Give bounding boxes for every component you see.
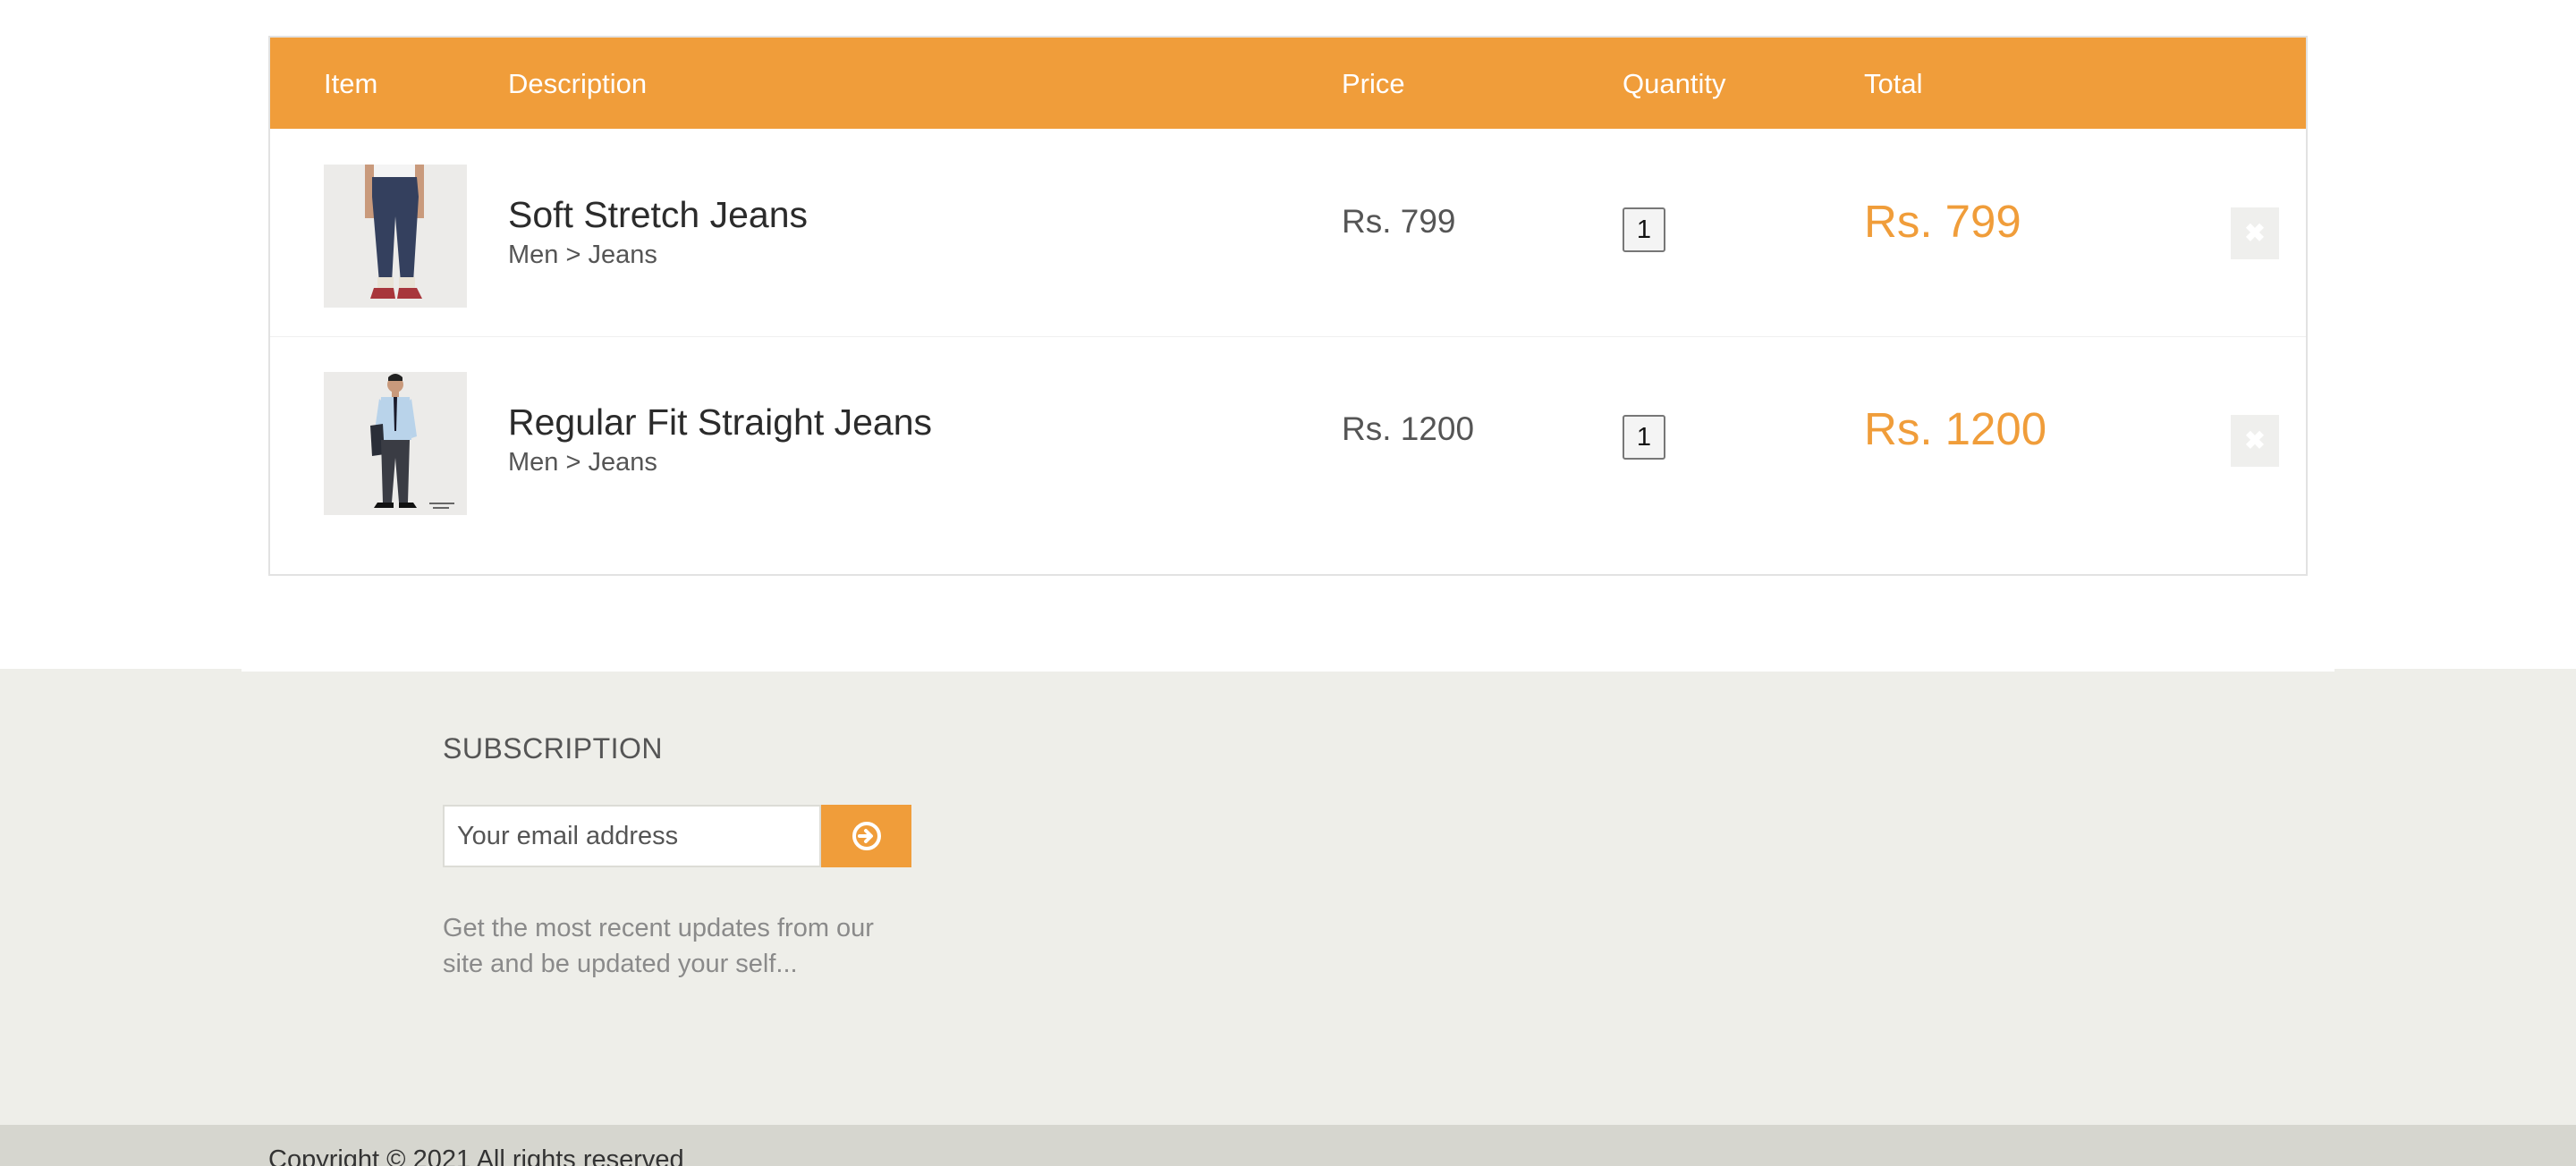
subscription-section: SUBSCRIPTION Get the most recent updates… <box>0 669 2576 1125</box>
quantity-input[interactable] <box>1623 415 1665 460</box>
product-image[interactable] <box>324 165 467 308</box>
subscription-title: SUBSCRIPTION <box>443 732 664 765</box>
product-category: Men > Jeans <box>508 448 657 477</box>
close-icon: ✖ <box>2244 427 2266 454</box>
remove-item-button[interactable]: ✖ <box>2231 207 2279 259</box>
header-quantity: Quantity <box>1623 68 1726 99</box>
unit-price: Rs. 1200 <box>1342 410 1475 447</box>
footer: Copyright © 2021 All rights reserved <box>0 1125 2576 1166</box>
cart-row: Soft Stretch Jeans Men > Jeans Rs. 799 R… <box>270 129 2306 337</box>
close-icon: ✖ <box>2244 219 2266 247</box>
product-name[interactable]: Regular Fit Straight Jeans <box>508 401 932 444</box>
section-divider <box>242 669 2334 672</box>
subscription-description: Get the most recent updates from our sit… <box>443 914 874 978</box>
product-name[interactable]: Soft Stretch Jeans <box>508 193 808 236</box>
product-image[interactable] <box>324 372 467 515</box>
cart-table: Item Description Price Quantity Total So… <box>268 36 2308 576</box>
product-category: Men > Jeans <box>508 241 657 269</box>
line-total: Rs. 1200 <box>1864 403 2047 454</box>
quantity-input[interactable] <box>1623 207 1665 252</box>
header-description: Description <box>508 68 648 99</box>
subscribe-button[interactable] <box>821 805 911 867</box>
arrow-circle-right-icon <box>852 822 881 850</box>
header-price: Price <box>1342 68 1405 99</box>
copyright-text: Copyright © 2021 All rights reserved <box>268 1145 684 1166</box>
email-field[interactable] <box>443 805 821 867</box>
cart-row: Regular Fit Straight Jeans Men > Jeans R… <box>270 336 2306 544</box>
remove-item-button[interactable]: ✖ <box>2231 415 2279 467</box>
unit-price: Rs. 799 <box>1342 203 1456 240</box>
header-item: Item <box>324 68 378 99</box>
header-total: Total <box>1864 68 1923 99</box>
cart-header: Item Description Price Quantity Total <box>270 38 2306 129</box>
line-total: Rs. 799 <box>1864 196 2021 247</box>
